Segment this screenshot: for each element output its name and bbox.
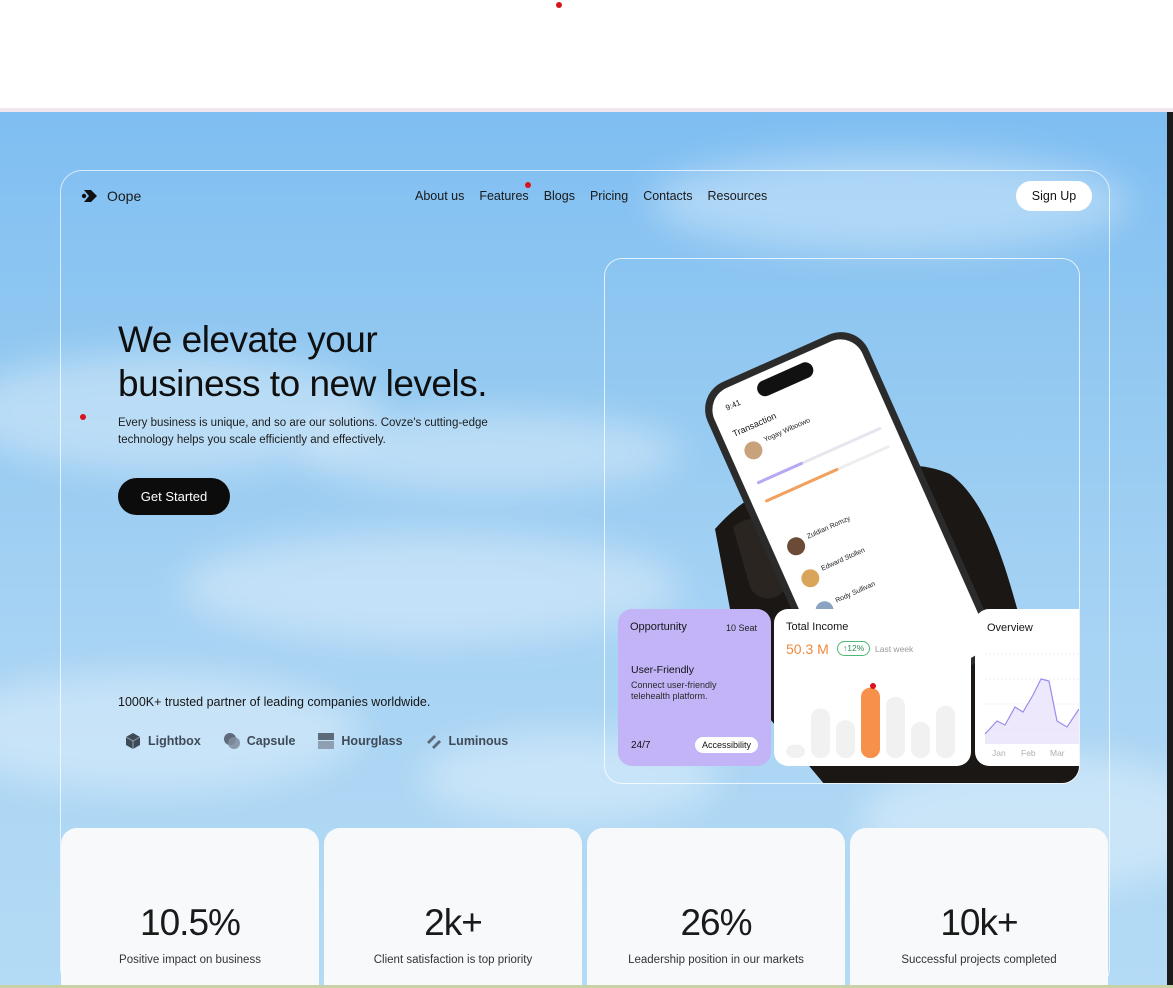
availability-text: 24/7: [631, 740, 651, 751]
logo-mark-icon: [81, 190, 97, 202]
headline-line-2: business to new levels.: [118, 363, 487, 404]
brand-hourglass: Hourglass: [317, 732, 403, 750]
income-change-badge: ↑12%: [837, 641, 871, 656]
stat-value: 2k+: [424, 902, 483, 943]
browser-topbar: [0, 0, 1173, 112]
nav-item-blogs[interactable]: Blogs: [544, 189, 575, 203]
marker-dot: [556, 2, 562, 8]
income-bar-chart: [786, 687, 955, 758]
income-bar: [786, 744, 805, 758]
nav-item-features[interactable]: Features: [479, 189, 528, 203]
stat-card-2: 2k+ Client satisfaction is top priority: [324, 828, 582, 986]
main-nav: About us Features Blogs Pricing Contacts…: [415, 189, 767, 203]
nav-item-pricing[interactable]: Pricing: [590, 189, 628, 203]
opportunity-desc: Connect user-friendly telehealth platfor…: [631, 680, 717, 701]
stat-value: 10k+: [940, 902, 1018, 943]
seat-count: 10 Seat: [725, 623, 757, 633]
income-title: Total Income: [786, 621, 849, 633]
brand-name: Oope: [107, 188, 142, 204]
window-edge: [1167, 112, 1173, 986]
opportunity-card[interactable]: Opportunity 10 Seat User-Friendly Connec…: [618, 609, 771, 766]
signup-button[interactable]: Sign Up: [1016, 181, 1092, 211]
marker-dot: [525, 182, 531, 188]
capsule-icon: [223, 733, 240, 749]
hero-headline: We elevate your business to new levels.: [118, 318, 487, 406]
brand-capsule: Capsule: [223, 732, 295, 750]
income-bar: [836, 720, 855, 758]
month-jan: Jan: [992, 748, 1006, 758]
brand-logo[interactable]: Oope: [81, 186, 141, 206]
income-bar: [936, 705, 955, 758]
income-bar: [911, 722, 930, 758]
month-feb: Feb: [1021, 748, 1036, 758]
brand-logos: Lightbox Capsule Hourglass Luminous: [124, 732, 508, 750]
income-bar: [886, 696, 905, 758]
income-period: Last week: [875, 644, 914, 654]
stat-value: 26%: [680, 902, 752, 943]
stat-label: Leadership position in our markets: [628, 954, 804, 966]
nav-item-resources[interactable]: Resources: [708, 189, 768, 203]
stat-card-3: 26% Leadership position in our markets: [587, 828, 845, 986]
stat-label: Client satisfaction is top priority: [373, 954, 533, 966]
overview-line-chart: Jan Feb Mar: [984, 653, 1079, 758]
brand-lightbox: Lightbox: [124, 732, 201, 750]
stat-label: Positive impact on business: [119, 954, 261, 966]
nav-item-contacts[interactable]: Contacts: [643, 189, 692, 203]
cube-icon: [125, 733, 141, 749]
marker-dot: [80, 414, 86, 420]
stat-card-4: 10k+ Successful projects completed: [850, 828, 1108, 986]
stat-value: 10.5%: [140, 902, 241, 943]
income-value: 50.3 M: [786, 641, 829, 657]
headline-line-1: We elevate your: [118, 319, 378, 360]
nav-item-about[interactable]: About us: [415, 189, 464, 203]
hero-subtitle: Every business is unique, and so are our…: [118, 417, 488, 446]
opportunity-heading: User-Friendly: [631, 664, 695, 676]
overview-card[interactable]: Overview Jan Feb Mar: [975, 609, 1079, 766]
trusted-text: 1000K+ trusted partner of leading compan…: [118, 695, 431, 709]
month-mar: Mar: [1050, 748, 1065, 758]
stat-card-1: 10.5% Positive impact on business: [61, 828, 319, 986]
brand-luminous: Luminous: [425, 732, 508, 750]
hourglass-icon: [318, 733, 335, 749]
income-bar: [811, 708, 830, 758]
marker-dot: [870, 683, 876, 689]
accessibility-badge: Accessibility: [694, 737, 758, 753]
luminous-icon: [426, 735, 441, 749]
stat-label: Successful projects completed: [901, 954, 1057, 966]
get-started-button[interactable]: Get Started: [118, 478, 230, 515]
income-bar: [861, 687, 880, 758]
